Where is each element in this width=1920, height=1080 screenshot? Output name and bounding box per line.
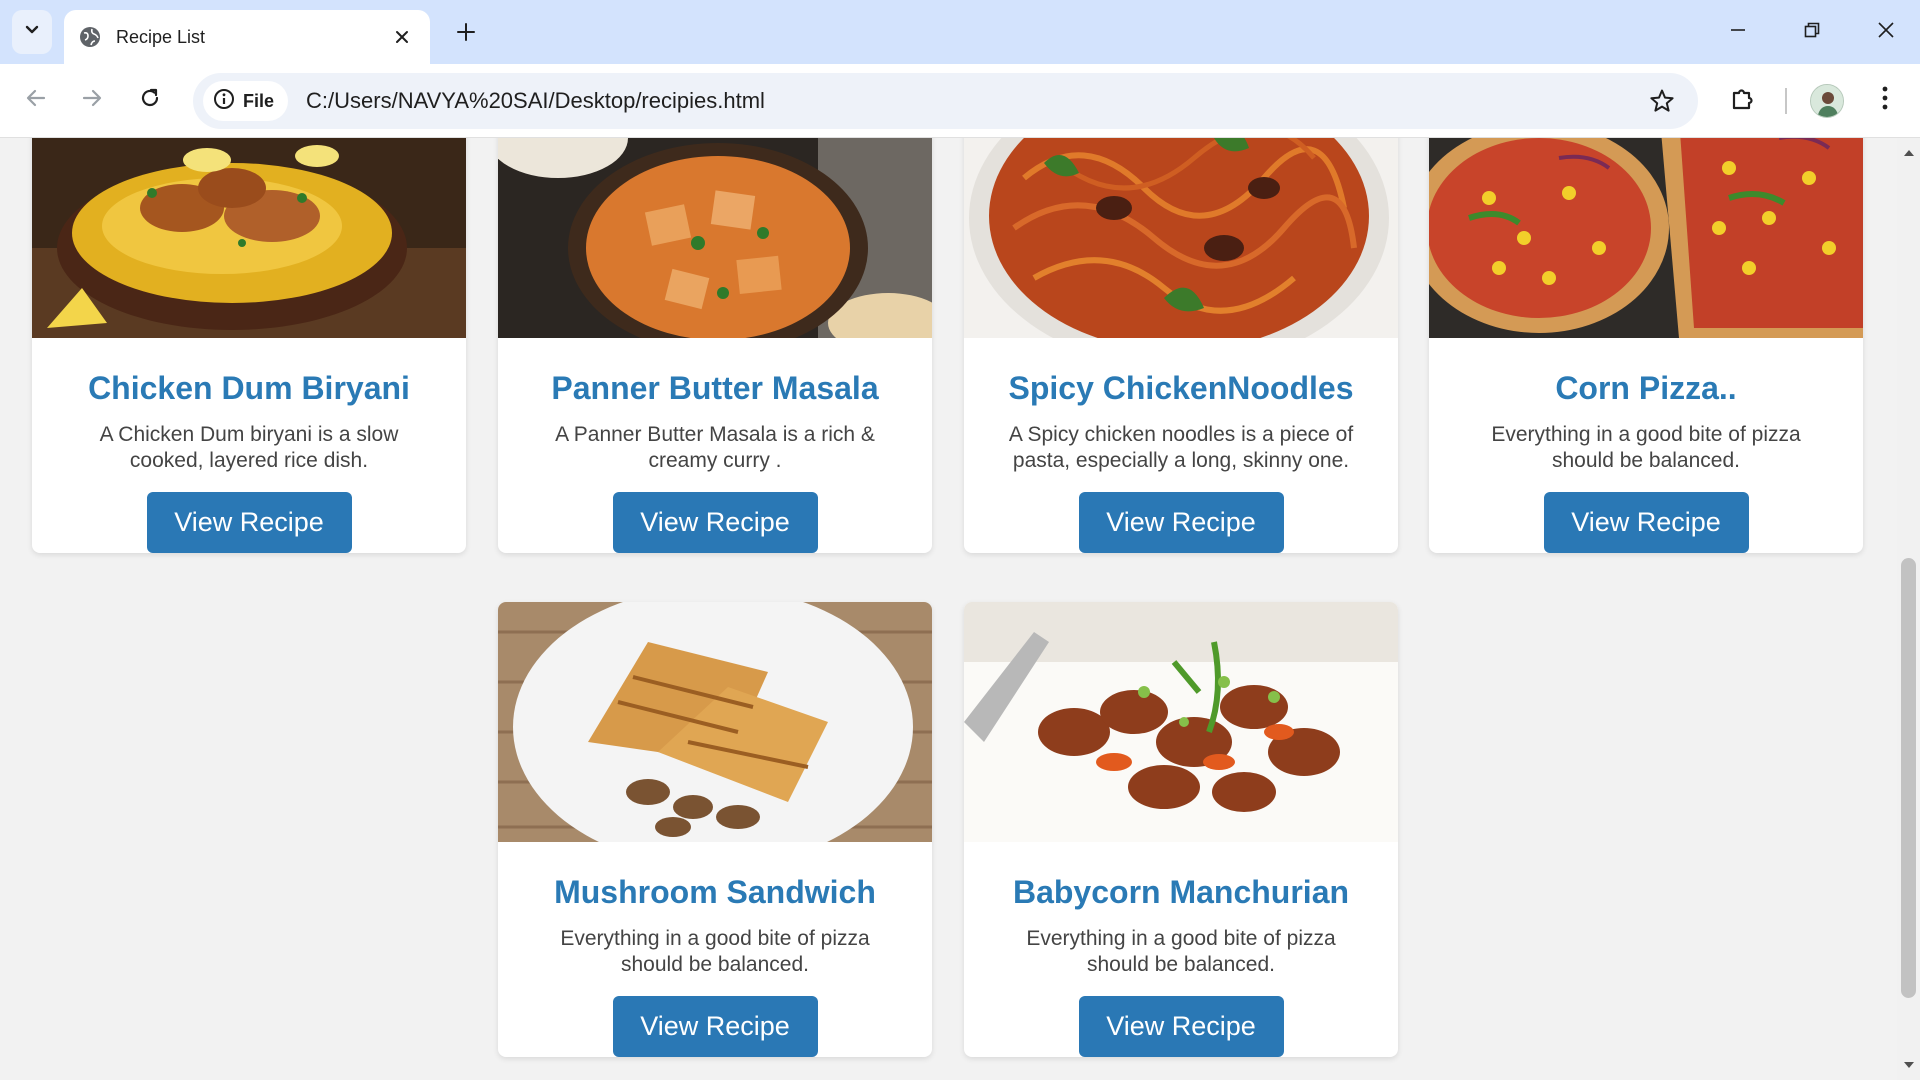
chevron-down-icon bbox=[23, 21, 41, 44]
back-arrow-icon bbox=[25, 87, 47, 114]
recipe-description: Everything in a good bite of pizza shoul… bbox=[1026, 927, 1336, 976]
globe-icon bbox=[78, 25, 102, 49]
avatar[interactable] bbox=[1810, 84, 1844, 118]
tab-title: Recipe List bbox=[116, 26, 206, 47]
more-vert-icon bbox=[1881, 85, 1889, 116]
plus-icon bbox=[456, 22, 476, 47]
recipe-image-manchurian bbox=[964, 602, 1398, 842]
recipe-description: A Panner Butter Masala is a rich & cream… bbox=[555, 423, 875, 472]
close-icon[interactable] bbox=[388, 23, 416, 51]
browser-menu-button[interactable] bbox=[1865, 80, 1905, 120]
recipe-title: Mushroom Sandwich bbox=[554, 874, 876, 910]
scroll-up-arrow-icon[interactable] bbox=[1897, 138, 1920, 168]
address-bar[interactable]: File C:/Users/NAVYA%20SAI/Desktop/recipi… bbox=[193, 73, 1698, 129]
close-window-button[interactable] bbox=[1858, 10, 1914, 54]
recipe-card: Babycorn Manchurian Everything in a good… bbox=[964, 602, 1398, 1057]
star-icon[interactable] bbox=[1642, 81, 1682, 121]
view-recipe-button[interactable]: View Recipe bbox=[612, 996, 818, 1057]
recipe-title: Corn Pizza.. bbox=[1555, 370, 1737, 406]
recipe-description: Everything in a good bite of pizza shoul… bbox=[1491, 423, 1801, 472]
minimize-icon bbox=[1729, 21, 1747, 44]
extensions-button[interactable] bbox=[1723, 80, 1763, 120]
recipe-card: Chicken Dum Biryani A Chicken Dum biryan… bbox=[32, 138, 466, 553]
reload-icon bbox=[139, 87, 161, 114]
browser-toolbar: File C:/Users/NAVYA%20SAI/Desktop/recipi… bbox=[0, 64, 1920, 138]
back-button[interactable] bbox=[16, 80, 56, 120]
view-recipe-button[interactable]: View Recipe bbox=[612, 492, 818, 553]
recipe-description: A Spicy chicken noodles is a piece of pa… bbox=[1008, 423, 1354, 472]
restore-button[interactable] bbox=[1784, 10, 1840, 54]
puzzle-icon bbox=[1730, 85, 1756, 116]
recipe-card: Spicy ChickenNoodles A Spicy chicken noo… bbox=[964, 138, 1398, 553]
scrollbar[interactable] bbox=[1897, 138, 1920, 1080]
recipe-description: Everything in a good bite of pizza shoul… bbox=[560, 927, 870, 976]
site-info-chip[interactable]: File bbox=[203, 81, 289, 121]
url-text[interactable]: C:/Users/NAVYA%20SAI/Desktop/recipies.ht… bbox=[306, 88, 1642, 114]
view-recipe-button[interactable]: View Recipe bbox=[1078, 492, 1284, 553]
reload-button[interactable] bbox=[130, 80, 170, 120]
view-recipe-button[interactable]: View Recipe bbox=[1543, 492, 1749, 553]
forward-arrow-icon bbox=[81, 87, 103, 114]
forward-button[interactable] bbox=[72, 80, 112, 120]
info-icon bbox=[213, 88, 235, 115]
view-recipe-button[interactable]: View Recipe bbox=[1078, 996, 1284, 1057]
page-viewport: Chicken Dum Biryani A Chicken Dum biryan… bbox=[0, 138, 1897, 1080]
recipe-title: Panner Butter Masala bbox=[551, 370, 879, 406]
recipe-title: Spicy ChickenNoodles bbox=[1008, 370, 1354, 406]
recipe-image-biryani bbox=[32, 138, 466, 338]
recipe-description: A Chicken Dum biryani is a slow cooked, … bbox=[99, 423, 399, 472]
new-tab-button[interactable] bbox=[448, 16, 484, 52]
view-recipe-button[interactable]: View Recipe bbox=[146, 492, 352, 553]
recipe-image-sandwich bbox=[498, 602, 932, 842]
recipe-title: Babycorn Manchurian bbox=[1012, 874, 1350, 910]
scrollbar-thumb[interactable] bbox=[1901, 558, 1916, 998]
recipe-card: Panner Butter Masala A Panner Butter Mas… bbox=[498, 138, 932, 553]
browser-tab[interactable]: Recipe List bbox=[64, 10, 430, 64]
recipe-title: Chicken Dum Biryani bbox=[88, 370, 410, 406]
restore-icon bbox=[1803, 21, 1821, 44]
scroll-down-arrow-icon[interactable] bbox=[1897, 1050, 1920, 1080]
close-icon bbox=[1877, 21, 1895, 44]
tab-strip: Recipe List bbox=[0, 0, 1920, 64]
recipe-image-pizza bbox=[1429, 138, 1863, 338]
recipe-card: Mushroom Sandwich Everything in a good b… bbox=[498, 602, 932, 1057]
toolbar-divider bbox=[1785, 88, 1787, 114]
recipe-image-noodles bbox=[964, 138, 1398, 338]
tab-search-button[interactable] bbox=[12, 10, 52, 54]
recipe-card: Corn Pizza.. Everything in a good bite o… bbox=[1429, 138, 1863, 553]
recipe-image-paneer bbox=[498, 138, 932, 338]
site-chip-label: File bbox=[243, 90, 275, 111]
minimize-button[interactable] bbox=[1710, 10, 1766, 54]
